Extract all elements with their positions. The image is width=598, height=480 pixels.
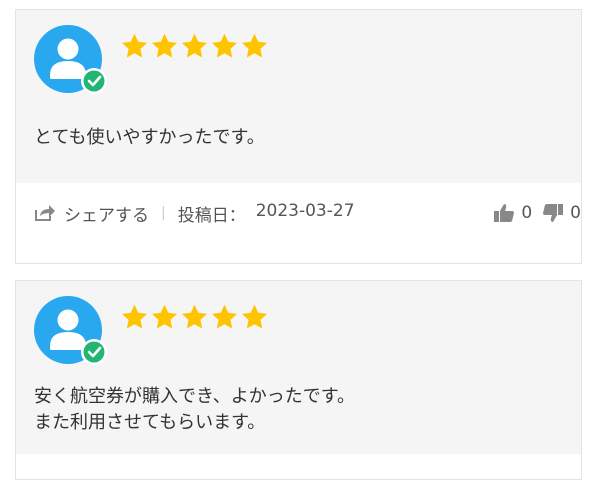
divider: | xyxy=(161,205,166,221)
star-icon xyxy=(242,304,267,329)
posted-date-value: 2023-03-27 xyxy=(255,200,355,221)
star-icon xyxy=(212,33,237,58)
star-rating xyxy=(120,32,269,62)
review-text: とても使いやすかったです。 xyxy=(34,127,265,148)
star-icon xyxy=(212,304,237,329)
star-icon xyxy=(182,304,207,329)
user-avatar-icon xyxy=(34,296,107,365)
like-count: 0 xyxy=(521,203,533,223)
thumbs-up-icon xyxy=(494,204,515,222)
star-icon xyxy=(152,33,177,58)
posted-date: 投稿日： 2023-03-27 xyxy=(178,201,355,226)
review-card: とても使いやすかったです。 シェアする | 投稿日： 2023-03-27 0 xyxy=(15,9,582,264)
star-icon xyxy=(182,33,207,58)
dislike-button[interactable]: 0 xyxy=(542,203,581,223)
check-badge-icon xyxy=(81,68,107,94)
posted-label: 投稿日： xyxy=(177,205,246,226)
review-text: 安く航空券が購入でき、よかったです。 また利用させてもらいます。 xyxy=(34,386,355,433)
like-button[interactable]: 0 xyxy=(493,203,532,223)
share-icon xyxy=(35,205,55,221)
review-card: 安く航空券が購入でき、よかったです。 また利用させてもらいます。 xyxy=(15,280,582,480)
star-rating xyxy=(120,303,269,333)
share-button[interactable]: シェアする xyxy=(34,201,149,226)
share-label: シェアする xyxy=(64,205,149,226)
review-body: とても使いやすかったです。 xyxy=(16,10,581,183)
check-badge-icon xyxy=(81,339,107,365)
dislike-count: 0 xyxy=(570,203,581,223)
star-icon xyxy=(122,304,147,329)
star-icon xyxy=(242,33,267,58)
thumbs-down-icon xyxy=(543,204,564,222)
user-avatar-icon xyxy=(34,25,107,94)
review-body: 安く航空券が購入でき、よかったです。 また利用させてもらいます。 xyxy=(16,281,581,454)
review-footer: シェアする | 投稿日： 2023-03-27 0 0 xyxy=(16,183,581,243)
vote-group: 0 0 xyxy=(493,183,581,243)
star-icon xyxy=(152,304,177,329)
star-icon xyxy=(122,33,147,58)
